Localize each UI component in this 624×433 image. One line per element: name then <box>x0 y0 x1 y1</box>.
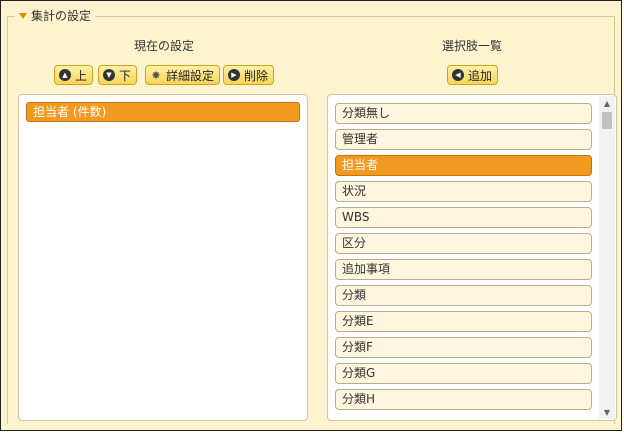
choice-item[interactable]: 分類E <box>335 311 592 332</box>
add-button[interactable]: ◀ 追加 <box>447 65 499 85</box>
choice-item[interactable]: 分類無し <box>335 103 592 124</box>
choice-item[interactable]: 区分 <box>335 233 592 254</box>
aggregation-settings-frame: 集計の設定 現在の設定 ▲ 上 ▼ 下 ✸ 詳細設定 ▶ 削除 担当者 (件数)… <box>0 0 622 431</box>
arrow-down-icon: ▼ <box>103 69 115 81</box>
arrow-up-icon: ▲ <box>59 69 71 81</box>
current-item-assignee-count[interactable]: 担当者 (件数) <box>26 102 300 122</box>
choice-item[interactable]: 分類G <box>335 363 592 384</box>
move-down-label: 下 <box>119 68 132 83</box>
scroll-down-arrow-icon[interactable]: ▼ <box>599 405 615 419</box>
gear-icon: ✸ <box>151 68 161 82</box>
current-settings-list[interactable]: 担当者 (件数) <box>18 94 308 421</box>
choice-item[interactable]: 管理者 <box>335 129 592 150</box>
choice-item[interactable]: 分類F <box>335 337 592 358</box>
choices-title: 選択肢一覧 <box>441 39 502 53</box>
detail-settings-label: 詳細設定 <box>166 68 215 83</box>
choices-list[interactable]: 分類無し 管理者 担当者 状況 WBS 区分 追加事項 分類 分類E 分類F 分… <box>327 94 617 421</box>
fieldset-border-left <box>7 16 8 424</box>
add-label: 追加 <box>468 68 493 83</box>
section-title: 集計の設定 <box>31 9 92 23</box>
choice-item[interactable]: 分類 <box>335 285 592 306</box>
arrow-right-icon: ▶ <box>228 69 240 81</box>
choice-item[interactable]: WBS <box>335 207 592 228</box>
choice-item-selected[interactable]: 担当者 <box>335 155 592 176</box>
arrow-left-icon: ◀ <box>452 69 464 81</box>
scroll-thumb[interactable] <box>602 112 612 129</box>
move-up-button[interactable]: ▲ 上 <box>54 65 94 85</box>
choice-item[interactable]: 分類H <box>335 389 592 410</box>
scroll-up-arrow-icon[interactable]: ▲ <box>599 96 615 110</box>
choices-scrollbar[interactable]: ▲ ▼ <box>599 96 615 419</box>
collapse-triangle-icon[interactable] <box>19 12 27 19</box>
move-down-button[interactable]: ▼ 下 <box>98 65 138 85</box>
move-up-label: 上 <box>75 68 88 83</box>
choice-item[interactable]: 追加事項 <box>335 259 592 280</box>
delete-button[interactable]: ▶ 削除 <box>223 65 275 85</box>
current-settings-title: 現在の設定 <box>133 39 194 53</box>
detail-settings-button[interactable]: ✸ 詳細設定 <box>145 65 221 85</box>
section-legend[interactable]: 集計の設定 <box>15 7 96 24</box>
fieldset-border-top <box>7 16 615 17</box>
delete-label: 削除 <box>244 68 269 83</box>
choice-item[interactable]: 状況 <box>335 181 592 202</box>
